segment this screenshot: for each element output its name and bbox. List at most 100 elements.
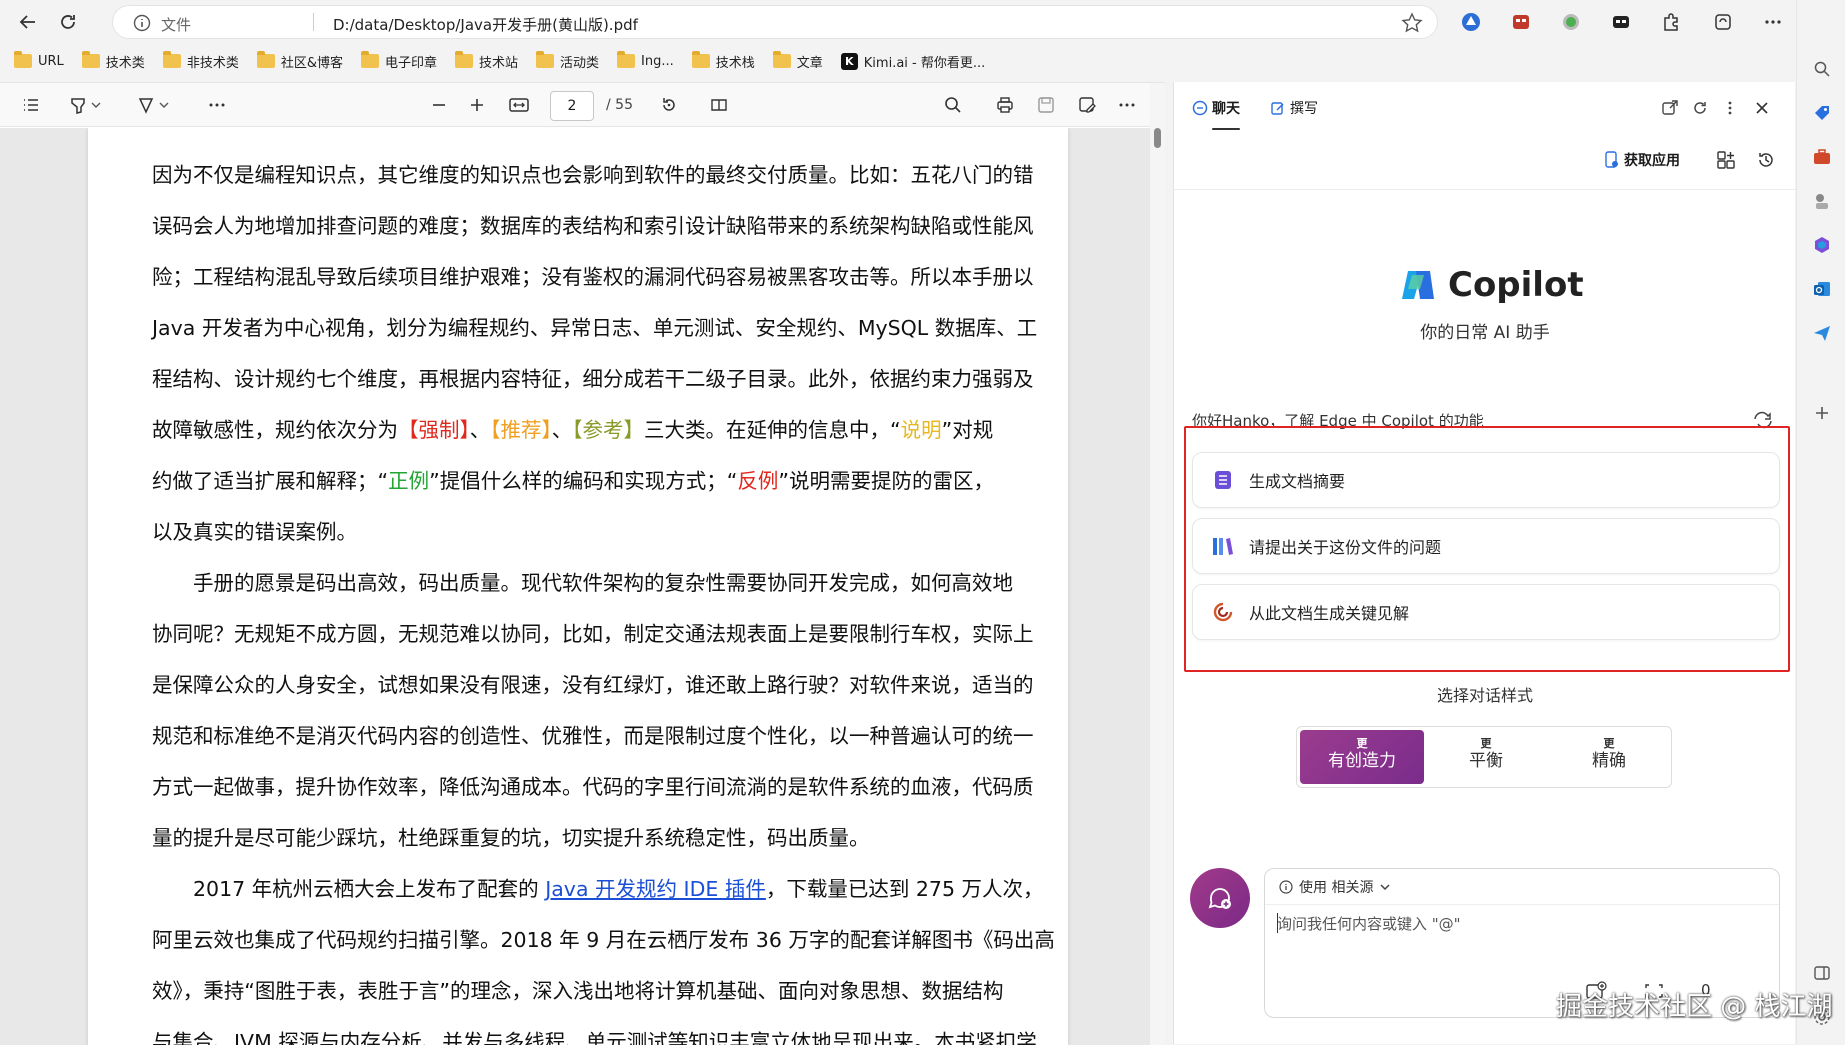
style-precise-button[interactable]: 更 精确 (1547, 730, 1671, 784)
pdf-text-segment: 反例 (737, 469, 779, 493)
bookmark-item[interactable]: 活动类 (536, 51, 599, 71)
pdf-text-line: 2017 年杭州云栖大会上发布了配套的 Java 开发规约 IDE 插件，下载量… (152, 864, 1044, 915)
pdf-text-segment: 协同呢？无规矩不成方圆，无规范难以协同，比如，制定交通法规表面上是要限制行车权，… (152, 622, 1034, 646)
list-icon (21, 95, 41, 115)
ellipsis-icon (1117, 95, 1137, 115)
pdf-text-segment: Java 开发者为中心视角，划分为编程规约、异常日志、单元测试、安全规约、MyS… (152, 316, 1038, 340)
address-bar[interactable]: 文件 D:/data/Desktop/Java开发手册(黄山版).pdf (112, 5, 1438, 39)
url-text[interactable]: D:/data/Desktop/Java开发手册(黄山版).pdf (333, 14, 638, 35)
pdf-text-line: 误码会人为地增加排查问题的难度；数据库的表结构和索引设计缺陷带来的系统架构缺陷或… (152, 201, 1034, 252)
page-view-button[interactable] (706, 93, 732, 117)
zoom-in-button[interactable] (464, 93, 490, 117)
search-button[interactable] (940, 93, 966, 117)
search-icon (943, 95, 963, 115)
new-topic-button[interactable] (1190, 868, 1250, 928)
draw-button[interactable] (132, 93, 176, 117)
extension-mask-icon[interactable] (1608, 9, 1634, 35)
bookmark-item[interactable]: 非技术类 (162, 51, 239, 71)
bookmark-item[interactable]: 文章 (772, 51, 823, 71)
pdf-text-segment: 与集合、JVM 探源与内存分析、并发与多线程、单元测试等知识丰富立体地呈现出来。… (152, 1030, 1037, 1045)
bookmark-item[interactable]: URL (14, 51, 64, 69)
back-button[interactable] (14, 8, 42, 36)
address-divider (313, 13, 314, 31)
pdf-viewer: 2 / 55 因为不仅是编程知识点，其它维度的知识点也会影响到软件的最终交付质量… (0, 82, 1165, 1045)
pdf-canvas[interactable]: 因为不仅是编程知识点，其它维度的知识点也会影响到软件的最终交付质量。比如：五花八… (0, 128, 1150, 1045)
sidebar-games-icon[interactable] (1809, 188, 1835, 214)
rotate-button[interactable] (656, 93, 682, 117)
open-new-window-button[interactable] (1658, 96, 1682, 120)
sidebar-hide-icon[interactable] (1809, 960, 1835, 986)
zoom-out-button[interactable] (426, 93, 452, 117)
more-menu-icon[interactable] (1760, 9, 1786, 35)
highlight-button[interactable] (64, 93, 108, 117)
suggestion-ask-questions[interactable]: 请提出关于这份文件的问题 (1192, 518, 1780, 574)
tab-chat[interactable]: 聊天 (1192, 98, 1240, 130)
print-button[interactable] (992, 93, 1018, 117)
pdf-text-line: 因为不仅是编程知识点，其它维度的知识点也会影响到软件的最终交付质量。比如：五花八… (152, 150, 1034, 201)
edge-sidebar (1796, 0, 1845, 1044)
tab-compose[interactable]: 撰写 (1270, 98, 1318, 118)
books-icon (1211, 534, 1235, 558)
pdf-more-button[interactable] (1114, 93, 1140, 117)
bookmark-item[interactable]: 电子印章 (360, 51, 437, 71)
pdf-text-line: 阿里云效也集成了代码规约扫描引擎。2018 年 9 月在云栖厅发布 36 万字的… (152, 915, 1055, 966)
extension-triangle-icon[interactable] (1458, 9, 1484, 35)
contents-button[interactable] (18, 93, 44, 117)
conversation-style-selector: 更 有创造力 更 平衡 更 精确 (1296, 726, 1672, 788)
sidebar-add-icon[interactable] (1809, 400, 1835, 426)
bookmark-item[interactable]: 技术类 (81, 51, 145, 71)
chat-input-field[interactable]: 询问我任何内容或键入 "@" (1277, 913, 1757, 934)
source-selector[interactable]: 使用 相关源 (1265, 869, 1779, 905)
pdf-text-line: 是保障公众的人身安全，试想如果没有限速，没有红绿灯，谁还敢上路行驶？对软件来说，… (152, 660, 1034, 711)
favorite-star-icon[interactable] (1401, 12, 1423, 34)
bookmark-kimi[interactable]: K Kimi.ai - 帮你看更... (840, 52, 985, 71)
sidebar-outlook-icon[interactable] (1809, 276, 1835, 302)
get-apps-button[interactable]: 获取应用 (1604, 150, 1680, 170)
pdf-scrollbar[interactable] (1150, 83, 1165, 1045)
sidebar-m365-icon[interactable] (1809, 232, 1835, 258)
bookmark-item[interactable]: 技术栈 (691, 51, 755, 71)
refresh-panel-button[interactable] (1688, 96, 1712, 120)
sidebar-send-icon[interactable] (1809, 320, 1835, 346)
close-panel-button[interactable] (1750, 96, 1774, 120)
style-creative-button[interactable]: 更 有创造力 (1300, 730, 1424, 784)
sidebar-tag-icon[interactable] (1809, 100, 1835, 126)
suggestion-insights[interactable]: 从此文档生成关键见解 (1192, 584, 1780, 640)
list-doc-icon (1211, 468, 1235, 492)
pdf-text-segment: 效》，秉持“图胜于表，表胜于言”的理念，深入浅出地将计算机基础、面向对象思想、数… (152, 979, 1004, 1003)
more-tools-button[interactable] (204, 93, 230, 117)
pdf-text-line: 约做了适当扩展和解释；“正例”提倡什么样的编码和实现方式；“反例”说明需要提防的… (152, 456, 1012, 507)
scrollbar-thumb[interactable] (1154, 128, 1161, 148)
reload-button[interactable] (54, 8, 82, 36)
pdf-link[interactable]: Java 开发规约 IDE 插件 (545, 877, 766, 901)
copilot-logo: Copilot (1398, 265, 1584, 305)
pdf-text-segment: ”说明需要提防的雷区， (778, 469, 994, 493)
panel-more-button[interactable] (1718, 96, 1742, 120)
pdf-text-line: 险；工程结构混乱导致后续项目维护艰难；没有鉴权的漏洞代码容易被黑客攻击等。所以本… (152, 252, 1034, 303)
fit-width-button[interactable] (504, 93, 534, 117)
suggestion-summarize[interactable]: 生成文档摘要 (1192, 452, 1780, 508)
kimi-icon: K (840, 52, 858, 70)
bookmark-item[interactable]: 社区&博客 (256, 51, 343, 71)
extensions-puzzle-icon[interactable] (1658, 9, 1684, 35)
sidebar-toolbox-icon[interactable] (1809, 144, 1835, 170)
chat-icon (1192, 100, 1208, 116)
bookmark-item[interactable]: Ing... (617, 51, 674, 69)
page-number-input[interactable]: 2 (550, 91, 594, 121)
info-icon[interactable] (133, 14, 151, 32)
ellipsis-icon (207, 95, 227, 115)
save-button[interactable] (1033, 93, 1059, 117)
collections-icon[interactable] (1710, 9, 1736, 35)
sidebar-search-icon[interactable] (1809, 56, 1835, 82)
style-balanced-button[interactable]: 更 平衡 (1424, 730, 1548, 784)
page-total: / 55 (606, 97, 633, 113)
pdf-text-segment: 三大类。在延伸的信息中，“ (644, 418, 901, 442)
bookmark-item[interactable]: 技术站 (454, 51, 518, 71)
plugins-button[interactable] (1714, 148, 1738, 172)
history-button[interactable] (1754, 148, 1778, 172)
browser-toolbar: 文件 D:/data/Desktop/Java开发手册(黄山版).pdf (0, 0, 1845, 44)
save-as-button[interactable] (1074, 93, 1100, 117)
compose-pencil-icon (1270, 100, 1286, 116)
extension-green-circle-icon[interactable] (1558, 9, 1584, 35)
extension-face-icon[interactable] (1508, 9, 1534, 35)
